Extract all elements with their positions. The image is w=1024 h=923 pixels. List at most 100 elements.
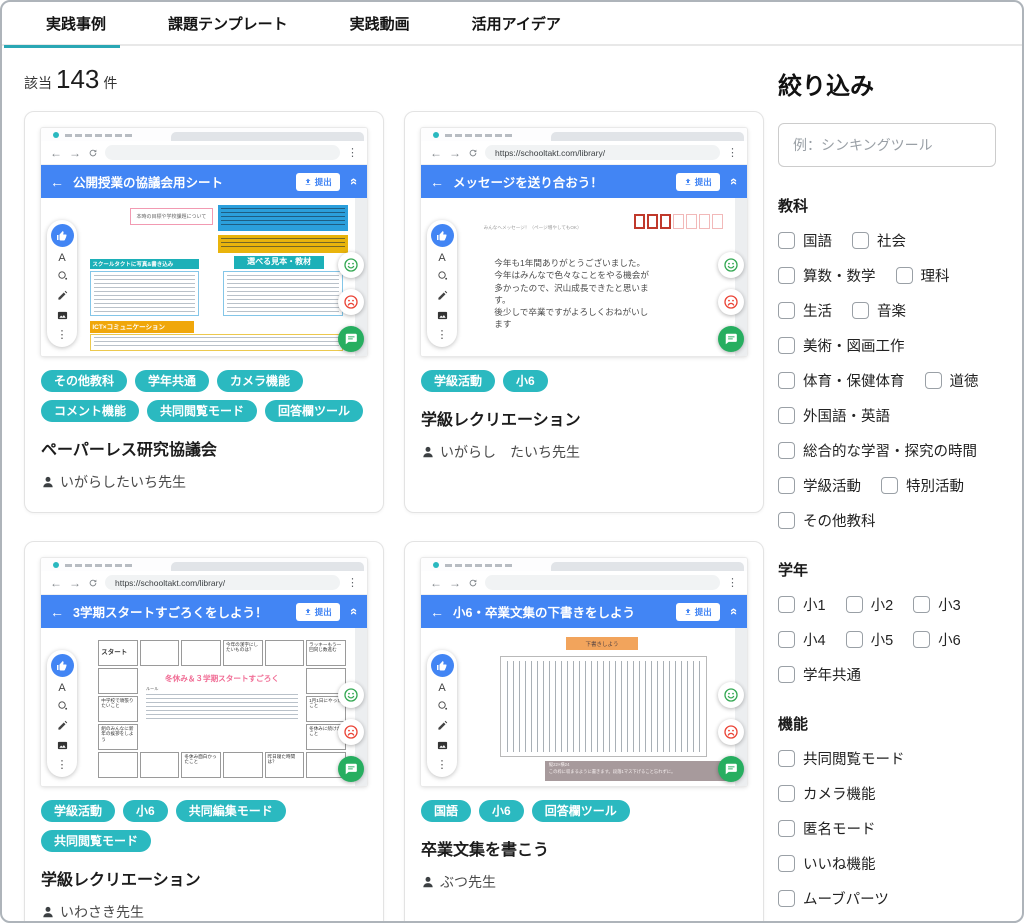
practice-card-3[interactable]: ← → https://schooltakt.com/library/ ⋮ ← … — [24, 541, 384, 923]
browser-tab-title-placeholder — [445, 564, 515, 567]
tag[interactable]: カメラ機能 — [217, 370, 303, 392]
answer-square — [712, 214, 723, 229]
board-center: 冬休み＆３学期スタートすごろく ルール — [140, 668, 304, 750]
filter-option-feature-2[interactable]: 匿名モード — [778, 818, 876, 839]
filter-option-feature-4[interactable]: ムーブパーツ — [778, 888, 889, 909]
filter-option-grade-0[interactable]: 小1 — [778, 594, 826, 615]
filter-sidebar: 絞り込み 教科 国語 社会 算数・数学 理科 生活 音楽 美術・図画工作 体育・… — [774, 46, 1022, 923]
tag[interactable]: 小6 — [503, 370, 548, 392]
tab-practice-examples[interactable]: 実践事例 — [46, 13, 106, 34]
checkbox-label: 学級活動 — [803, 475, 861, 496]
refresh-icon — [88, 578, 98, 588]
favicon-dot — [53, 132, 59, 138]
filter-option-subject-5[interactable]: 音楽 — [852, 300, 906, 321]
checkbox-label: 理科 — [921, 265, 950, 286]
worksheet-content: スタート 今年の漢字にしたいものは？ ラッキーもう一回同じ数進む 中学校で頑張り… — [85, 634, 351, 782]
thumb-up-tool-icon — [51, 654, 74, 677]
tab-practice-videos[interactable]: 実践動画 — [350, 13, 410, 34]
author-name: いがらしたいち先生 — [60, 472, 186, 492]
more-tool-icon: ⋮ — [437, 760, 448, 771]
pen-tool-icon — [57, 290, 68, 304]
tag[interactable]: 共同編集モード — [176, 800, 286, 822]
filter-option-subject-7[interactable]: 体育・保健体育 — [778, 370, 905, 391]
checkbox-icon — [778, 267, 795, 284]
tag[interactable]: 学級活動 — [41, 800, 115, 822]
checkbox-label: 小6 — [938, 629, 961, 650]
frown-reaction-icon — [338, 289, 364, 315]
filter-option-subject-6[interactable]: 美術・図画工作 — [778, 335, 905, 356]
answer-squares — [634, 214, 723, 229]
filter-option-grade-1[interactable]: 小2 — [846, 594, 894, 615]
filter-option-subject-10[interactable]: 総合的な学習・探究の時間 — [778, 440, 977, 461]
filter-option-grade-3[interactable]: 小4 — [778, 629, 826, 650]
chat-icon — [718, 326, 744, 352]
tag[interactable]: 学年共通 — [135, 370, 209, 392]
filter-option-subject-4[interactable]: 生活 — [778, 300, 832, 321]
tag[interactable]: 回答欄ツール — [532, 800, 630, 822]
results-count-suffix: 件 — [103, 75, 117, 91]
filter-option-grade-4[interactable]: 小5 — [846, 629, 894, 650]
person-icon — [421, 445, 435, 459]
filter-option-feature-3[interactable]: いいね機能 — [778, 853, 876, 874]
board-cell: ラッキーもう一回同じ数進む — [306, 640, 346, 666]
worksheet-title: 公開授業の協議会用シート — [73, 172, 287, 191]
tag[interactable]: 回答欄ツール — [265, 400, 363, 422]
filter-option-subject-2[interactable]: 算数・数学 — [778, 265, 876, 286]
filter-option-subject-0[interactable]: 国語 — [778, 230, 832, 251]
filter-option-subject-1[interactable]: 社会 — [852, 230, 906, 251]
results-count: 該当143件 — [24, 46, 764, 111]
checkbox-icon — [778, 512, 795, 529]
tag[interactable]: 小6 — [123, 800, 168, 822]
text-placeholder — [227, 275, 339, 313]
tag[interactable]: 共同閲覧モード — [41, 830, 151, 852]
practice-card-2[interactable]: ← → https://schooltakt.com/library/ ⋮ ← … — [404, 111, 764, 513]
tag[interactable]: 学級活動 — [421, 370, 495, 392]
card-author: いがらし たいち先生 — [421, 442, 747, 462]
board-cell: 昨日寝た時間は？ — [265, 752, 305, 778]
tab-assignment-templates[interactable]: 課題テンプレート — [168, 13, 288, 34]
filter-option-subject-13[interactable]: その他教科 — [778, 510, 876, 531]
worksheet-title: 小6・卒業文集の下書きをしよう — [453, 602, 667, 621]
kebab-menu-icon: ⋮ — [347, 146, 358, 159]
filter-option-grade-5[interactable]: 小6 — [913, 629, 961, 650]
tool-palette: A ⋮ — [47, 650, 77, 777]
filter-option-subject-12[interactable]: 特別活動 — [881, 475, 964, 496]
tab-usage-ideas[interactable]: 活用アイデア — [472, 13, 561, 34]
text-tool-icon: A — [58, 253, 65, 264]
forward-arrow-icon: → — [69, 147, 81, 159]
filter-option-grade-2[interactable]: 小3 — [913, 594, 961, 615]
author-name: いわさき先生 — [60, 902, 144, 922]
tool-palette: A ⋮ — [427, 220, 457, 347]
frown-reaction-icon — [718, 719, 744, 745]
filter-option-subject-11[interactable]: 学級活動 — [778, 475, 861, 496]
filter-option-feature-0[interactable]: 共同閲覧モード — [778, 748, 905, 769]
essay-footer-line2: この枠に収まるように書きます。段落1マス下げること忘れずに。 — [549, 769, 727, 775]
tag[interactable]: その他教科 — [41, 370, 127, 392]
checkbox-label: 音楽 — [877, 300, 906, 321]
practice-card-1[interactable]: ← → ⋮ ← 公開授業の協議会用シート 提出 — [24, 111, 384, 513]
filter-option-grade-6[interactable]: 学年共通 — [778, 664, 861, 685]
tag[interactable]: 国語 — [421, 800, 471, 822]
filter-heading-subjects: 教科 — [778, 195, 996, 216]
results-count-prefix: 該当 — [24, 75, 52, 91]
filter-search-input[interactable] — [778, 123, 996, 167]
checkbox-icon — [852, 302, 869, 319]
shape-tool-icon — [437, 270, 448, 284]
checkbox-icon — [846, 631, 863, 648]
tag[interactable]: 共同閲覧モード — [147, 400, 257, 422]
filter-option-subject-8[interactable]: 道徳 — [925, 370, 979, 391]
tag[interactable]: 小6 — [479, 800, 524, 822]
text-placeholder — [94, 275, 195, 313]
practice-card-4[interactable]: ← → ⋮ ← 小6・卒業文集の下書きをしよう 提出 — [404, 541, 764, 923]
submit-button: 提出 — [296, 173, 340, 191]
url-field — [105, 145, 340, 160]
favicon-dot — [433, 132, 439, 138]
text-placeholder — [221, 238, 345, 250]
filter-option-subject-3[interactable]: 理科 — [896, 265, 950, 286]
filter-option-subject-9[interactable]: 外国語・英語 — [778, 405, 890, 426]
card-title: 学級レクリエーション — [41, 866, 367, 890]
tag[interactable]: コメント機能 — [41, 400, 139, 422]
section-heading-2: 選べる見本・教材 — [234, 256, 324, 269]
tag-list: その他教科 学年共通 カメラ機能 コメント機能 共同閲覧モード 回答欄ツール — [41, 370, 367, 422]
filter-option-feature-1[interactable]: カメラ機能 — [778, 783, 876, 804]
